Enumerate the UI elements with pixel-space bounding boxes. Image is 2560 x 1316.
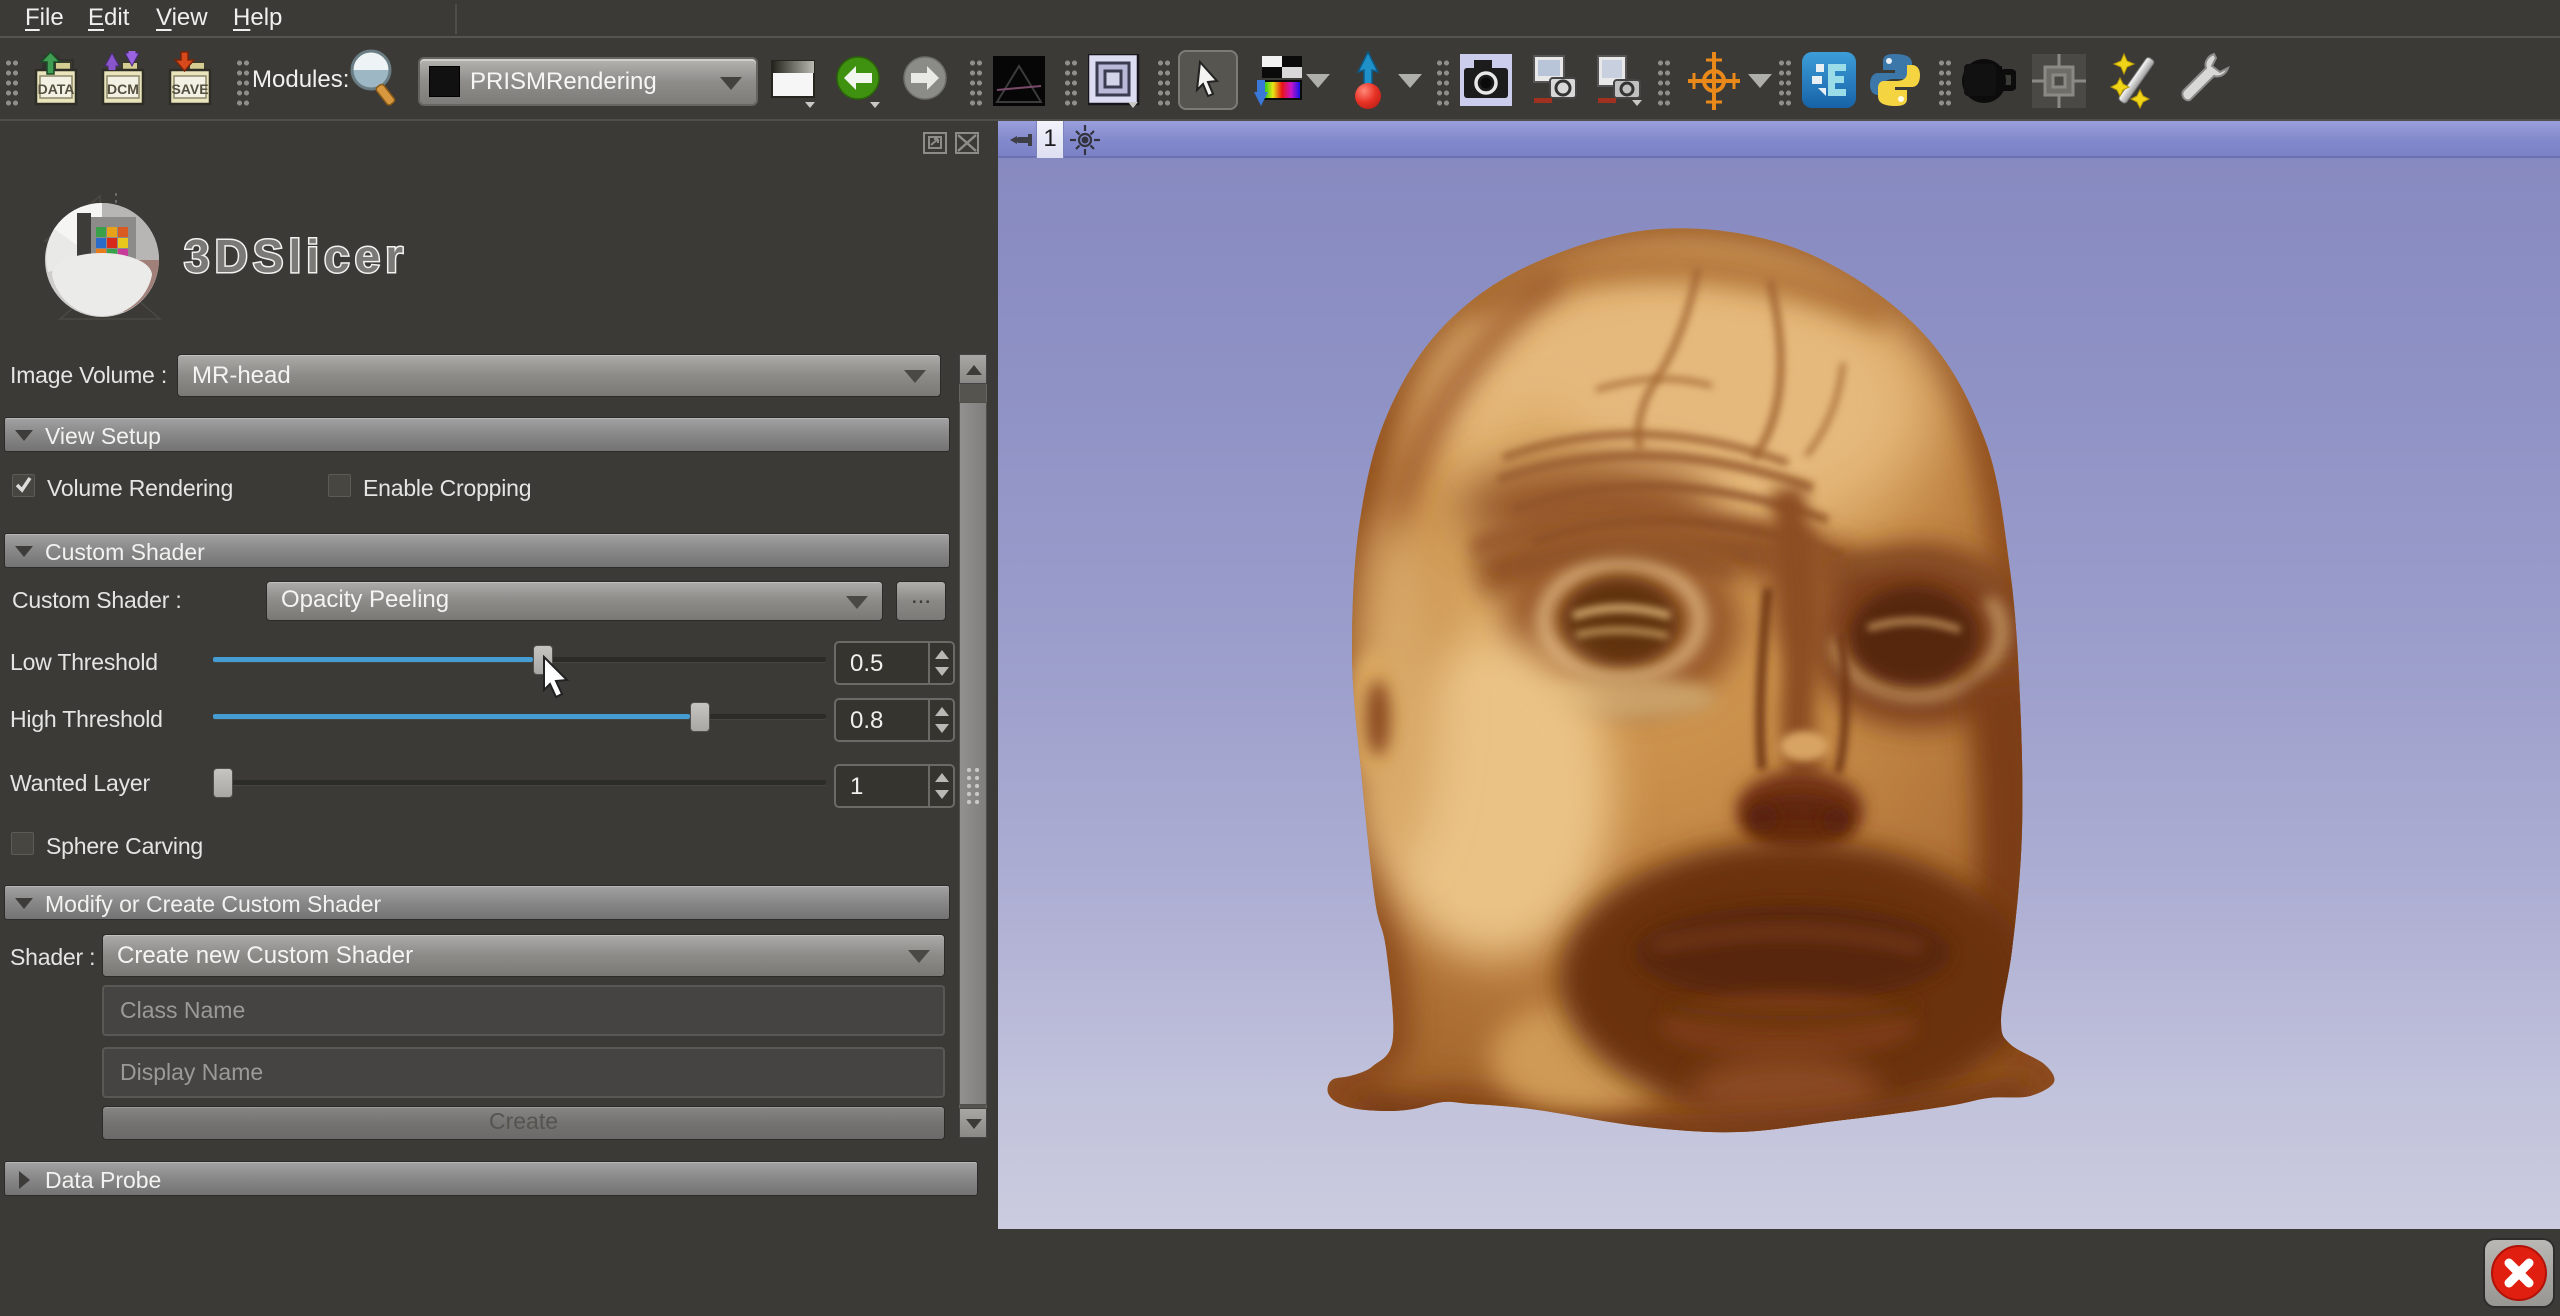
svg-text:SAVE: SAVE [171,81,208,97]
svg-text:DATA: DATA [38,81,75,97]
svg-text:3DSlicer: 3DSlicer [184,230,408,282]
svg-text:DCM: DCM [107,81,139,97]
